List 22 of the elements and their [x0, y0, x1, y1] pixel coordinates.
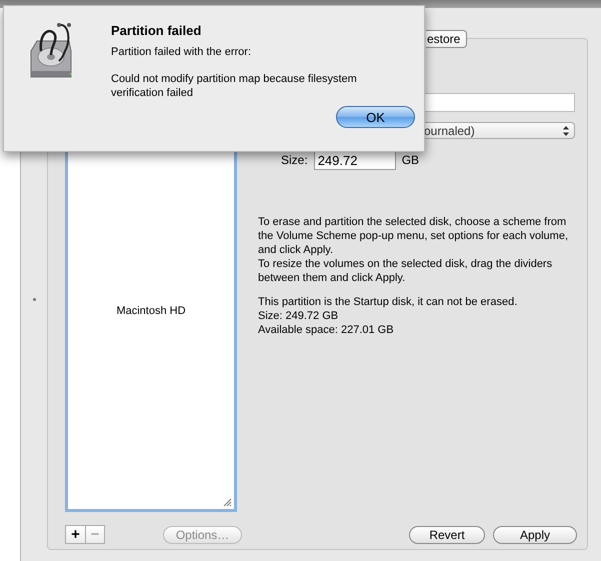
format-popup[interactable]: ournaled)	[423, 122, 575, 139]
add-button[interactable]: +	[66, 526, 85, 543]
revert-button[interactable]: Revert	[409, 526, 485, 544]
volume-label[interactable]: Macintosh HD	[116, 305, 186, 317]
tab[interactable]: estore	[426, 30, 468, 48]
ok-button[interactable]: OK	[336, 106, 415, 128]
apply-button[interactable]: Apply	[493, 526, 577, 544]
size-unit: GB	[402, 153, 420, 167]
splitter-handle-icon[interactable]	[32, 298, 36, 301]
info-text: Size: 249.72 GB	[258, 309, 340, 323]
info-text: This partition is the Startup disk, it can not be erased.	[258, 295, 518, 309]
up-down-arrows-icon	[562, 124, 570, 136]
resize-grip-icon[interactable]	[223, 498, 232, 507]
info-text: Available space: 227.01 GB	[258, 323, 395, 337]
instructions-text: To resize the volumes on the selected disk, drag the dividers between them and click Apply.	[258, 257, 554, 285]
name-field[interactable]	[423, 93, 575, 112]
instructions-text: To erase and partition the selected disk, choose a scheme from the Volume Scheme pop-up menu, set options for each volume, and click Apply.	[258, 215, 570, 257]
size-label: Size:	[281, 153, 308, 167]
dialog-message: Partition failed with the error:	[111, 46, 252, 58]
dialog-title: Partition failed	[111, 23, 202, 38]
dialog-detail: Could not modify partition map because filesystem verification failed	[111, 72, 358, 100]
size-field[interactable]: 249.72	[314, 150, 396, 170]
